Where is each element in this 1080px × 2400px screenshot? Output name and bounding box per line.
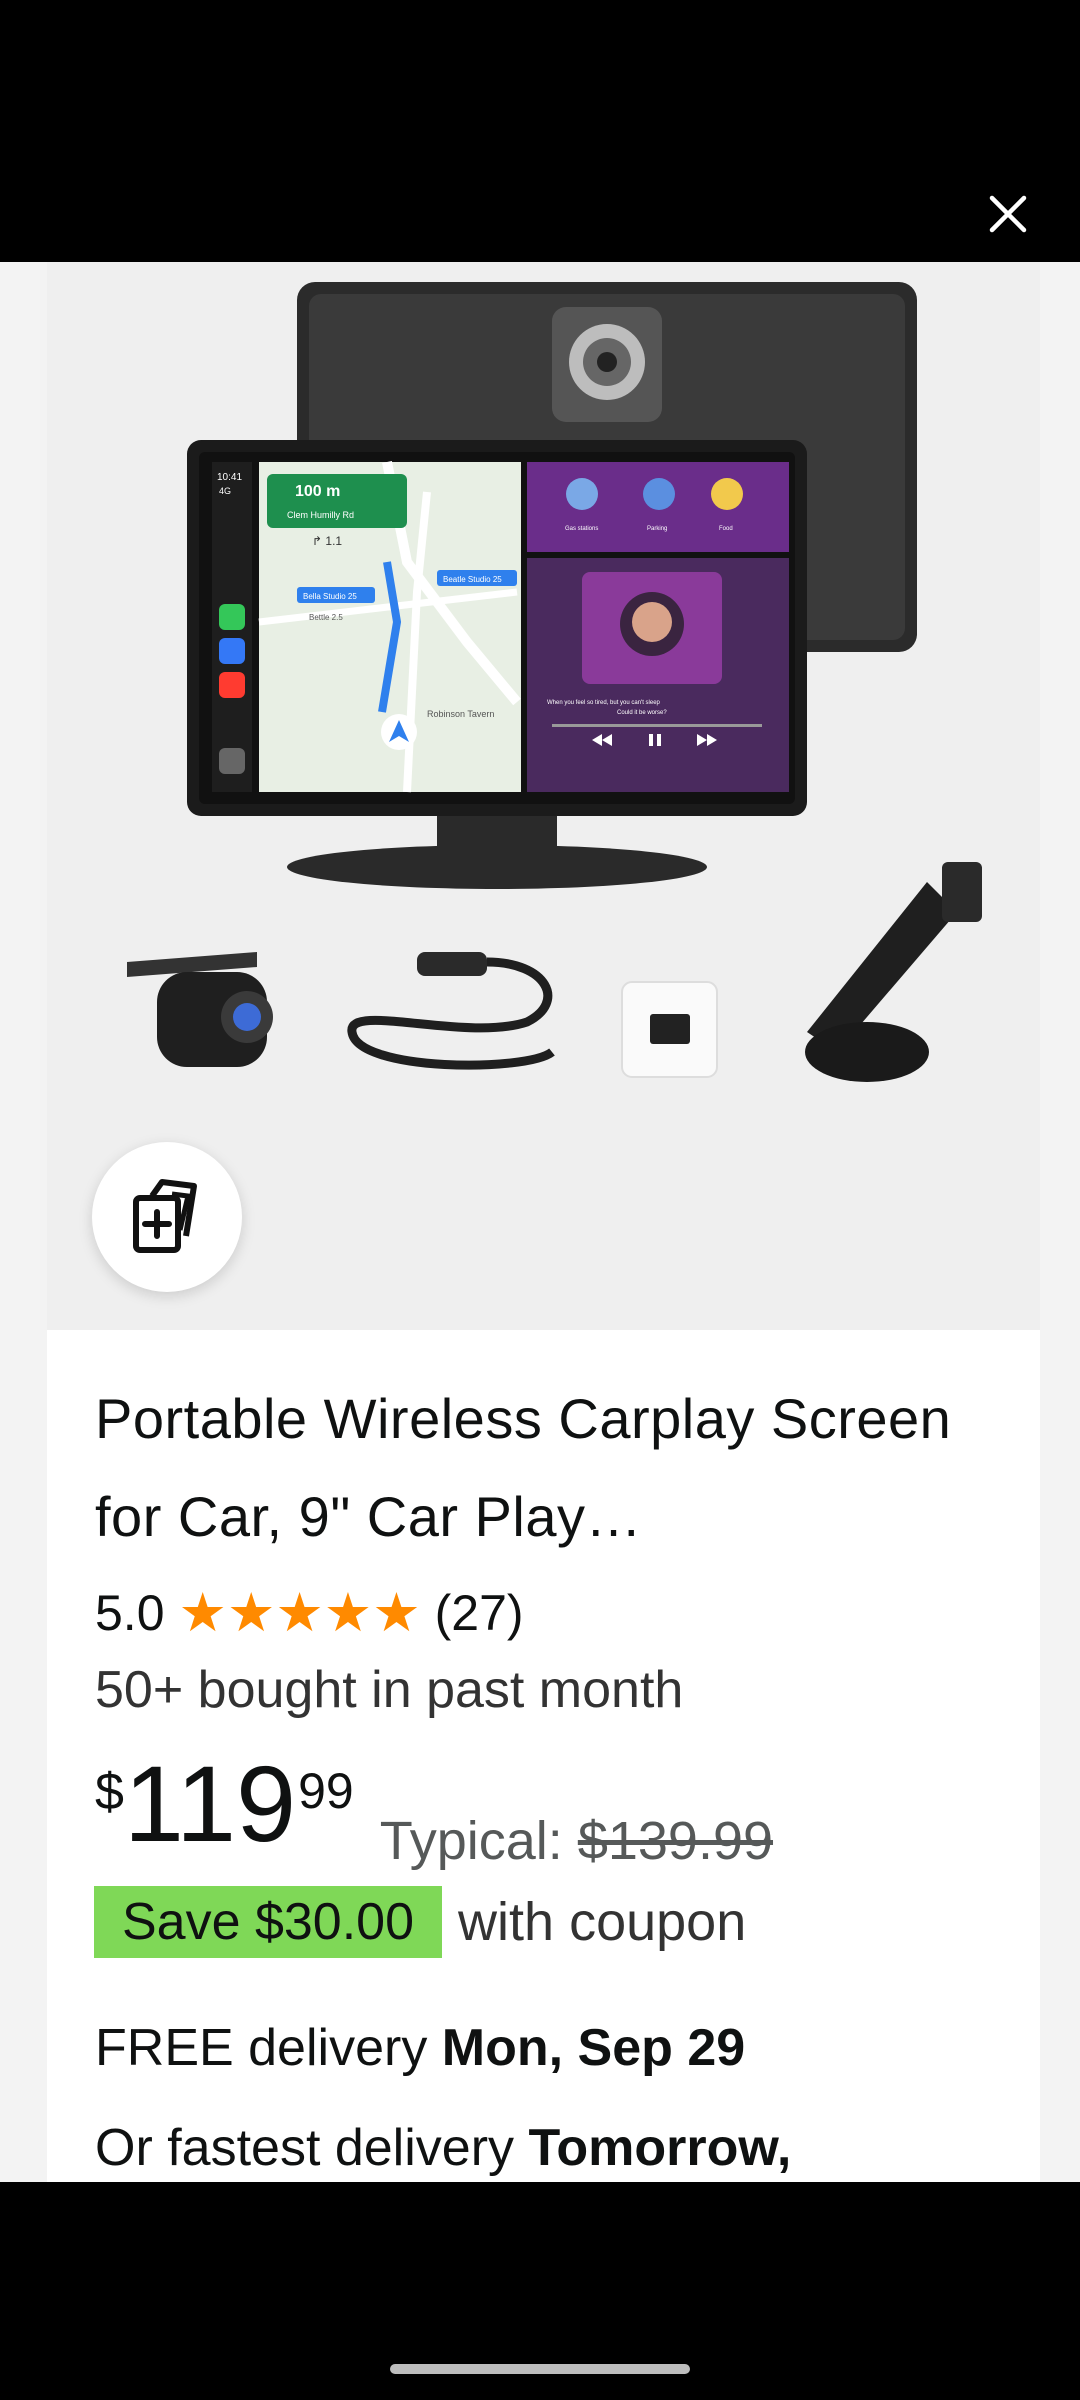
screen-time: 10:41	[217, 472, 242, 483]
map-label-1: Bella Studio 25	[303, 592, 357, 601]
rating-stars: ★ ★ ★ ★ ★	[179, 1586, 421, 1640]
star-icon: ★	[275, 1583, 324, 1643]
nav-distance: 100 m	[295, 483, 340, 500]
price-currency: $	[95, 1763, 124, 1821]
song-line-2: Could it be worse?	[617, 710, 667, 716]
map-label-3: Bettle 2.5	[309, 613, 343, 622]
star-icon: ★	[323, 1583, 373, 1643]
product-sheet: 10:41 4G 100 m Clem Humilly Rd ↱ 1.1 Bel…	[0, 262, 1080, 2182]
shortcut-1: Gas stations	[565, 526, 598, 532]
map-label-2: Beatle Studio 25	[443, 575, 502, 584]
map-place: Robinson Tavern	[427, 709, 494, 719]
free-delivery-label: FREE delivery	[95, 2019, 442, 2077]
review-count[interactable]: (27)	[435, 1584, 524, 1642]
product-info-card: Portable Wireless Carplay Screen for Car…	[47, 1330, 1040, 2182]
typical-price-value: $139.99	[577, 1811, 774, 1871]
rating-value: 5.0	[95, 1585, 165, 1641]
shortcut-3: Food	[719, 526, 733, 532]
rating-row[interactable]: 5.0 ★ ★ ★ ★ ★ (27)	[95, 1578, 524, 1648]
close-icon	[989, 195, 1027, 233]
song-line-1: When you feel so tired, but you can't sl…	[547, 700, 661, 706]
fastest-delivery: Or fastest delivery Tomorrow,	[95, 2118, 791, 2178]
coupon-text: with coupon	[458, 1892, 747, 1952]
home-indicator[interactable]	[390, 2364, 690, 2374]
price-row: $ 119 99 Typical: $139.99	[95, 1743, 773, 1872]
fastest-delivery-date: Tomorrow,	[528, 2119, 792, 2177]
typical-price: Typical: $139.99	[380, 1810, 773, 1872]
fastest-delivery-label: Or fastest delivery	[95, 2119, 529, 2177]
nav-street: Clem Humilly Rd	[287, 510, 354, 520]
view-in-your-room-button[interactable]	[92, 1142, 242, 1292]
screen-signal: 4G	[219, 486, 231, 496]
star-icon: ★	[178, 1583, 227, 1643]
close-button[interactable]	[976, 182, 1040, 246]
free-delivery-date: Mon, Sep 29	[441, 2019, 746, 2077]
free-delivery: FREE delivery Mon, Sep 29	[95, 2018, 745, 2078]
bought-count: 50+ bought in past month	[95, 1661, 684, 1719]
price-fraction: 99	[298, 1763, 354, 1819]
coupon-badge[interactable]: Save $30.00	[94, 1886, 443, 1958]
star-icon: ★	[372, 1583, 421, 1643]
coupon-row[interactable]: Save $30.00 with coupon	[94, 1886, 746, 1958]
shortcut-2: Parking	[647, 526, 667, 532]
top-bar	[0, 0, 1080, 262]
copy-cards-icon	[133, 1179, 197, 1253]
star-icon: ★	[226, 1583, 276, 1643]
price-whole: 119	[123, 1743, 297, 1864]
typical-label: Typical:	[379, 1811, 578, 1871]
nav-turn: ↱ 1.1	[312, 534, 342, 548]
product-title[interactable]: Portable Wireless Carplay Screen for Car…	[95, 1370, 995, 1566]
